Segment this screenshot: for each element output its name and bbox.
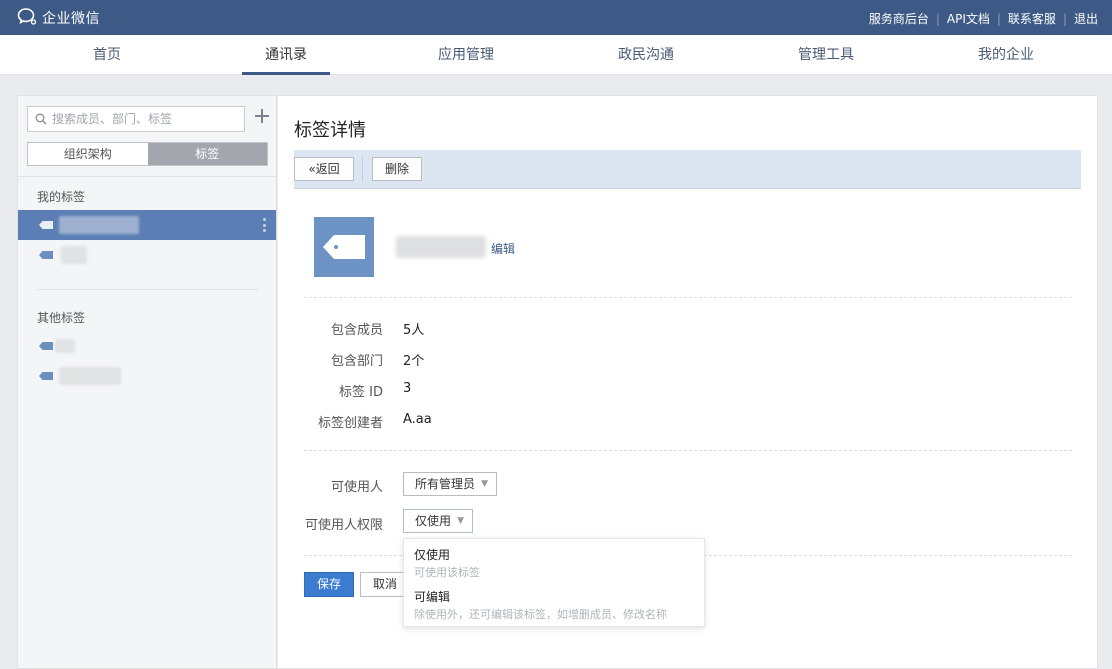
creator-label: 标签创建者 [317, 416, 383, 431]
users-select[interactable]: 所有管理员 ▼ [403, 472, 497, 496]
caret-down-icon: ▼ [481, 479, 488, 489]
toolbar: «返回 删除 [294, 150, 1081, 189]
option-description: 除使用外，还可编辑该标签，如增删成员、修改名称 [414, 608, 667, 621]
back-label: 返回 [315, 162, 340, 176]
more-options-icon[interactable] [263, 218, 266, 232]
tag-id-label: 标签 ID [339, 385, 383, 400]
tag-avatar [314, 217, 374, 277]
nav-contacts[interactable]: 通讯录 [241, 35, 331, 75]
divider [304, 297, 1072, 298]
nav-app-management[interactable]: 应用管理 [421, 35, 511, 75]
main-nav: 首页 通讯录 应用管理 政民沟通 管理工具 我的企业 [0, 35, 1112, 75]
link-separator: | [935, 11, 940, 26]
link-separator: | [996, 11, 1001, 26]
link-separator: | [1062, 11, 1067, 26]
tag-icon [39, 372, 53, 380]
save-button[interactable]: 保存 [304, 572, 354, 597]
departments-label: 包含部门 [330, 354, 383, 369]
permission-label: 可使用人权限 [304, 518, 383, 533]
top-bar: 企业微信 服务商后台 | API文档 | 联系客服 | 退出 [0, 0, 1112, 35]
tag-name-redacted [55, 339, 75, 353]
my-tags-heading: 我的标签 [37, 190, 86, 204]
tab-tags[interactable]: 标签 [147, 143, 267, 165]
option-description: 可使用该标签 [414, 566, 480, 579]
add-icon[interactable] [254, 108, 270, 124]
view-switch: 组织架构 标签 [27, 142, 268, 166]
nav-home[interactable]: 首页 [62, 35, 152, 75]
departments-value: 2个 [403, 354, 425, 369]
tag-name-redacted [59, 216, 139, 234]
tag-item[interactable] [18, 240, 276, 270]
top-links: 服务商后台 | API文档 | 联系客服 | 退出 [869, 10, 1098, 27]
divider [304, 450, 1072, 451]
users-select-value: 所有管理员 [415, 477, 476, 491]
caret-down-icon: ▼ [457, 516, 464, 526]
double-chevron-left-icon: « [308, 162, 316, 176]
tag-id-value: 3 [403, 381, 412, 396]
tag-name-redacted [396, 236, 486, 258]
tag-name-redacted [61, 246, 87, 264]
permission-select-value: 仅使用 [415, 514, 452, 528]
delete-button[interactable]: 删除 [372, 157, 422, 181]
nav-gov-communication[interactable]: 政民沟通 [601, 35, 691, 75]
nav-management-tools[interactable]: 管理工具 [781, 35, 871, 75]
nav-my-enterprise[interactable]: 我的企业 [961, 35, 1051, 75]
brand[interactable]: 企业微信 [17, 7, 100, 29]
tag-icon [323, 235, 365, 259]
tag-name-redacted [59, 367, 121, 385]
sidebar: 组织架构 标签 我的标签 其他标签 [17, 95, 277, 669]
option-title: 仅使用 [414, 548, 451, 562]
divider [37, 289, 258, 290]
wecom-logo-icon [17, 7, 39, 30]
tag-icon [39, 251, 53, 259]
other-tags-heading: 其他标签 [37, 311, 86, 325]
members-value: 5人 [403, 323, 425, 338]
creator-value: A.aa [403, 412, 432, 427]
contact-support-link[interactable]: 联系客服 [1008, 10, 1056, 27]
brand-name: 企业微信 [42, 11, 100, 27]
tag-icon [39, 221, 53, 229]
tag-item-selected[interactable] [18, 210, 276, 240]
page-title: 标签详情 [294, 120, 366, 141]
edit-link[interactable]: 编辑 [491, 240, 515, 257]
tag-item[interactable] [18, 331, 276, 361]
logout-link[interactable]: 退出 [1074, 10, 1098, 27]
tab-org-structure[interactable]: 组织架构 [28, 143, 148, 165]
tag-icon [39, 342, 53, 350]
users-label: 可使用人 [330, 480, 383, 495]
option-editable[interactable]: 可编辑 除使用外，还可编辑该标签，如增删成员、修改名称 [404, 582, 704, 624]
search-icon [35, 113, 47, 125]
back-button[interactable]: «返回 [294, 157, 354, 181]
divider [18, 176, 276, 177]
api-docs-link[interactable]: API文档 [947, 10, 990, 27]
members-label: 包含成员 [330, 323, 383, 338]
search-input[interactable] [52, 110, 237, 128]
option-title: 可编辑 [414, 590, 451, 604]
toolbar-separator [362, 156, 363, 182]
search-box[interactable] [27, 106, 245, 132]
option-use-only[interactable]: 仅使用 可使用该标签 [404, 540, 704, 582]
permission-select[interactable]: 仅使用 ▼ [403, 509, 473, 533]
provider-backend-link[interactable]: 服务商后台 [869, 10, 929, 27]
permission-dropdown: 仅使用 可使用该标签 可编辑 除使用外，还可编辑该标签，如增删成员、修改名称 [403, 538, 705, 627]
tag-item[interactable] [18, 361, 276, 391]
